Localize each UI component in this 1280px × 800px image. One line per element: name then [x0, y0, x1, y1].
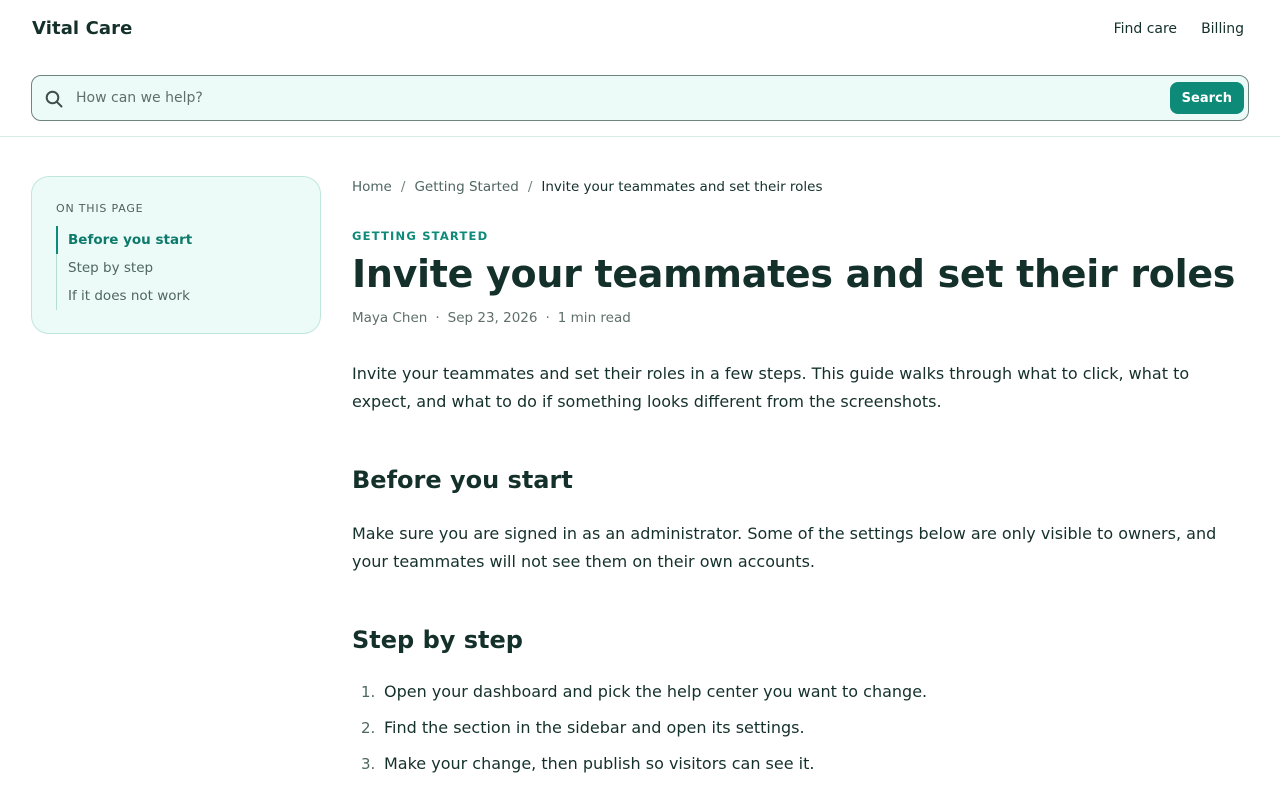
list-item: 2. Find the section in the sidebar and o… — [352, 714, 1232, 750]
step-text: Find the section in the sidebar and open… — [384, 717, 805, 737]
toc-item-step-by-step[interactable]: Step by step — [57, 254, 296, 282]
list-item: 1. Open your dashboard and pick the help… — [352, 678, 1232, 714]
top-nav: Find care Billing — [1114, 21, 1244, 37]
nav-link-billing[interactable]: Billing — [1201, 21, 1244, 37]
breadcrumb: Home / Getting Started / Invite your tea… — [352, 176, 1232, 198]
article-intro: Invite your teammates and set their role… — [352, 363, 1190, 411]
toc-item-before-you-start[interactable]: Before you start — [56, 226, 296, 254]
top-header: Vital Care Find care Billing Search — [0, 0, 1280, 137]
section-heading-before-you-start: Before you start — [352, 465, 573, 494]
search-input[interactable] — [76, 77, 1156, 119]
article-meta: Maya Chen · Sep 23, 2026 · 1 min read — [352, 310, 1232, 326]
list-item: 3. Make your change, then publish so vis… — [352, 750, 1232, 786]
search-button[interactable]: Search — [1169, 82, 1244, 114]
step-number: 1. — [361, 682, 376, 701]
step-text: Make your change, then publish so visito… — [384, 753, 815, 773]
article-content: Home / Getting Started / Invite your tea… — [352, 176, 1236, 786]
breadcrumb-home[interactable]: Home — [352, 179, 392, 195]
meta-separator: · — [545, 309, 550, 326]
steps-list: 1. Open your dashboard and pick the help… — [352, 678, 1232, 786]
toc-list: Before you start Step by step If it does… — [56, 226, 296, 310]
article-author: Maya Chen — [352, 309, 428, 326]
step-number: 3. — [361, 754, 376, 773]
step-number: 2. — [361, 718, 376, 737]
breadcrumb-getting-started[interactable]: Getting Started — [414, 179, 518, 195]
toc-heading: ON THIS PAGE — [56, 202, 144, 215]
meta-separator: · — [435, 309, 440, 326]
article-date: Sep 23, 2026 — [447, 309, 538, 326]
breadcrumb-separator: / — [527, 179, 533, 195]
table-of-contents: ON THIS PAGE Before you start Step by st… — [31, 176, 321, 334]
section-body-before-you-start: Make sure you are signed in as an admini… — [352, 523, 1217, 571]
breadcrumb-separator: / — [400, 179, 406, 195]
section-heading-step-by-step: Step by step — [352, 625, 523, 654]
step-text: Open your dashboard and pick the help ce… — [384, 681, 928, 701]
nav-link-find-care[interactable]: Find care — [1114, 21, 1177, 37]
toc-item-if-it-does-not-work[interactable]: If it does not work — [57, 282, 296, 310]
brand-logo[interactable]: Vital Care — [32, 18, 132, 39]
page-title: Invite your teammates and set their role… — [352, 252, 1236, 296]
article-read-time: 1 min read — [557, 309, 631, 326]
breadcrumb-current: Invite your teammates and set their role… — [541, 179, 823, 195]
article-category: GETTING STARTED — [352, 229, 489, 243]
search-bar: Search — [31, 75, 1249, 121]
search-icon — [45, 90, 63, 108]
